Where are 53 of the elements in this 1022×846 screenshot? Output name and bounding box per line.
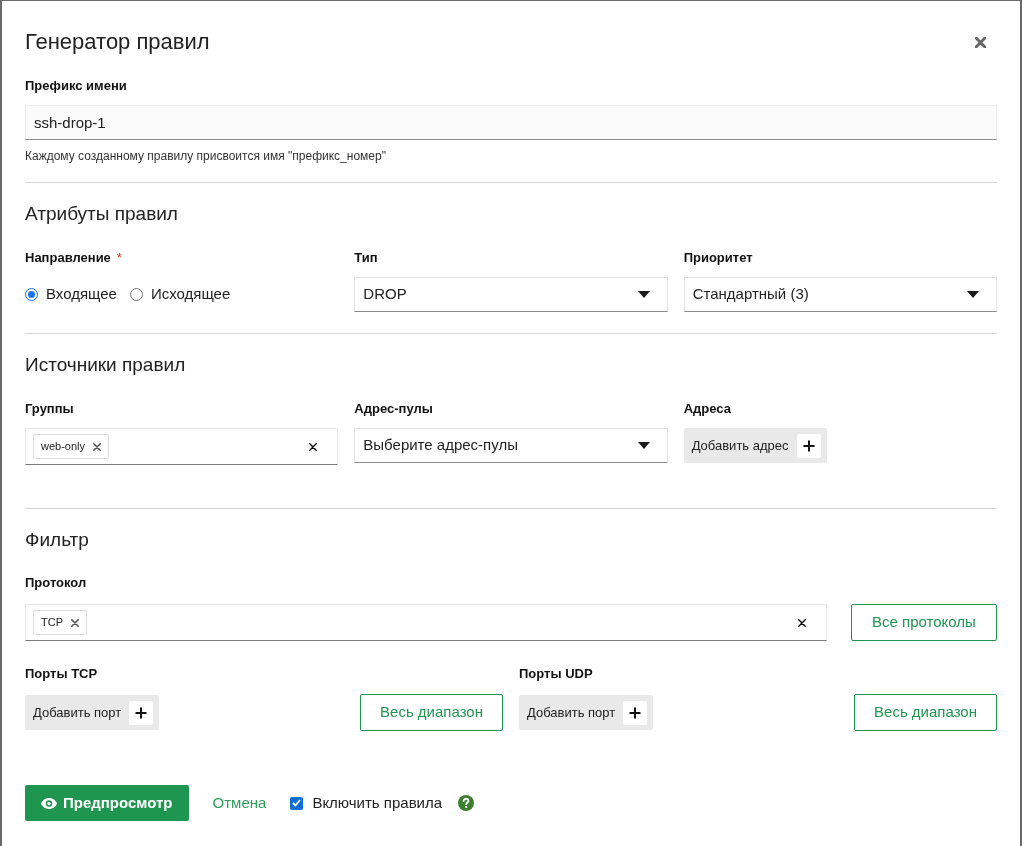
clear-icon[interactable] [309,442,318,451]
field-label: Префикс имени [25,77,127,95]
field-label: Протокол [25,574,87,592]
remove-tag-icon[interactable] [71,618,79,627]
add-address-button[interactable]: Добавить адрес [683,428,827,463]
priority-select[interactable]: Стандартный (3) [683,277,997,312]
radio-label: Исходящее [150,284,231,305]
add-port-button[interactable]: Добавить порт [519,695,654,730]
tag-label: TCP [41,615,63,631]
enable-rules-checkbox[interactable] [290,796,304,810]
caret-icon [637,442,650,449]
section-heading: Источники правил [25,353,187,377]
plus-icon [623,700,648,725]
preview-button[interactable]: Предпросмотр [25,785,189,821]
caret-icon [637,291,650,298]
section-heading: Фильтр [25,528,90,552]
full-range-button[interactable]: Весь диапазон [854,694,997,731]
remove-tag-icon[interactable] [93,442,102,451]
select-value: DROP [363,284,407,305]
field-label: Направление [25,249,111,267]
help-text: Каждому созданному правилу присвоится имя "префикс_номер" [25,148,387,164]
required-mark: * [116,249,122,267]
field-label: Адреса [683,400,731,418]
field-label: Порты TCP [25,665,98,683]
radio-button[interactable] [25,288,38,301]
groups-field[interactable]: web-only [25,428,339,465]
name-prefix-input[interactable]: ssh-drop-1 [25,105,997,140]
add-port-button[interactable]: Добавить порт [25,695,160,730]
select-value: Стандартный (3) [692,284,809,305]
protocol-field[interactable]: TCP [25,604,827,641]
type-select[interactable]: DROP [354,277,668,312]
plus-icon [129,700,154,725]
clear-icon[interactable] [798,618,806,627]
field-label: Группы [25,400,74,418]
close-icon[interactable] [975,36,986,48]
dialog-title: Генератор правил [25,29,210,55]
plus-icon [796,433,821,458]
radio-button[interactable] [129,288,143,301]
help-icon[interactable] [458,795,475,811]
field-label: Адрес-пулы [354,400,433,418]
tag-label: web-only [41,439,86,455]
section-heading: Атрибуты правил [25,202,179,226]
select-placeholder: Выберите адрес-пулы [363,435,518,456]
all-protocols-button[interactable]: Все протоколы [851,604,997,641]
caret-icon [967,291,979,298]
full-range-button[interactable]: Весь диапазон [360,694,503,731]
field-label: Тип [354,249,378,267]
field-label: Приоритет [683,249,753,267]
field-label: Порты UDP [519,665,593,683]
eye-icon [41,797,57,809]
radio-label: Входящее [46,284,117,305]
address-pools-select[interactable]: Выберите адрес-пулы [354,428,668,463]
checkbox-label: Включить правила [312,792,443,813]
